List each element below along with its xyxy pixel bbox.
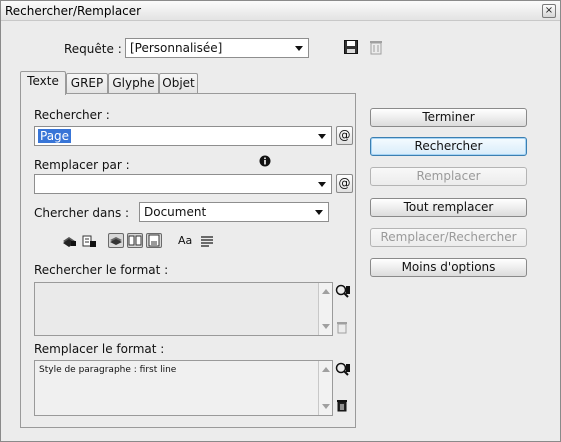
find-label: Rechercher : xyxy=(34,108,110,122)
chevron-down-icon xyxy=(318,134,326,139)
close-button[interactable]: × xyxy=(542,4,556,18)
find-replace-dialog: Rechercher/Remplacer × Requête : [Person… xyxy=(0,0,561,442)
special-characters-find-button[interactable]: @ xyxy=(336,126,353,145)
save-query-icon[interactable] xyxy=(343,39,359,55)
whole-word-icon[interactable] xyxy=(199,233,215,248)
find-value: Page xyxy=(38,129,72,143)
include-locked-layers-icon[interactable] xyxy=(61,233,77,248)
tab-grep[interactable]: GREP xyxy=(66,73,108,94)
replace-format-box[interactable]: Style de paragraphe : first line xyxy=(34,360,333,416)
replace-all-button[interactable]: Tout remplacer xyxy=(370,198,527,217)
replace-label: Remplacer par : xyxy=(34,158,130,172)
find-format-label: Rechercher le format : xyxy=(34,263,169,277)
replace-format-value: Style de paragraphe : first line xyxy=(39,365,177,375)
query-select[interactable]: [Personnalisée] xyxy=(125,38,309,58)
replace-input[interactable] xyxy=(34,174,332,194)
special-characters-replace-button[interactable]: @ xyxy=(336,174,353,193)
tab-objet[interactable]: Objet xyxy=(159,73,198,94)
specify-replace-format-icon[interactable] xyxy=(335,362,351,376)
clear-replace-format-icon[interactable] xyxy=(336,399,348,412)
include-hidden-layers-icon[interactable] xyxy=(108,233,124,248)
done-button[interactable]: Terminer xyxy=(370,108,527,127)
tab-glyphe[interactable]: Glyphe xyxy=(108,73,159,94)
replace-find-button[interactable]: Remplacer/Rechercher xyxy=(370,228,527,247)
scroll-up-icon[interactable] xyxy=(322,367,330,372)
scroll-up-icon[interactable] xyxy=(322,289,330,294)
search-in-select[interactable]: Document xyxy=(139,202,329,222)
chevron-down-icon xyxy=(315,210,323,215)
query-value: [Personnalisée] xyxy=(130,41,223,55)
find-format-box[interactable] xyxy=(34,282,333,336)
fewer-options-button[interactable]: Moins d'options xyxy=(370,258,527,277)
query-label: Requête : xyxy=(64,42,122,56)
scroll-down-icon[interactable] xyxy=(322,324,330,329)
clear-find-format-icon[interactable] xyxy=(336,321,348,334)
delete-query-icon[interactable] xyxy=(369,39,383,55)
search-in-value: Document xyxy=(144,205,207,219)
include-locked-stories-icon[interactable] xyxy=(81,233,97,248)
find-format-scrollbar[interactable] xyxy=(318,283,332,335)
find-input[interactable]: Page xyxy=(34,126,332,146)
replace-format-scrollbar[interactable] xyxy=(318,361,332,415)
include-footnotes-icon[interactable] xyxy=(146,233,162,248)
specify-find-format-icon[interactable] xyxy=(335,284,351,298)
scroll-down-icon[interactable] xyxy=(322,404,330,409)
title-bar[interactable]: Rechercher/Remplacer × xyxy=(1,1,560,21)
replace-format-label: Remplacer le format : xyxy=(34,342,165,356)
case-sensitive-icon[interactable]: Aa xyxy=(178,234,192,247)
include-master-pages-icon[interactable] xyxy=(127,233,143,248)
find-button[interactable]: Rechercher xyxy=(370,137,527,156)
info-icon xyxy=(259,155,271,167)
window-title: Rechercher/Remplacer xyxy=(5,4,142,18)
chevron-down-icon xyxy=(318,182,326,187)
replace-button[interactable]: Remplacer xyxy=(370,167,527,186)
search-in-label: Chercher dans : xyxy=(34,206,130,220)
tab-texte[interactable]: Texte xyxy=(20,71,66,95)
chevron-down-icon xyxy=(295,46,303,51)
